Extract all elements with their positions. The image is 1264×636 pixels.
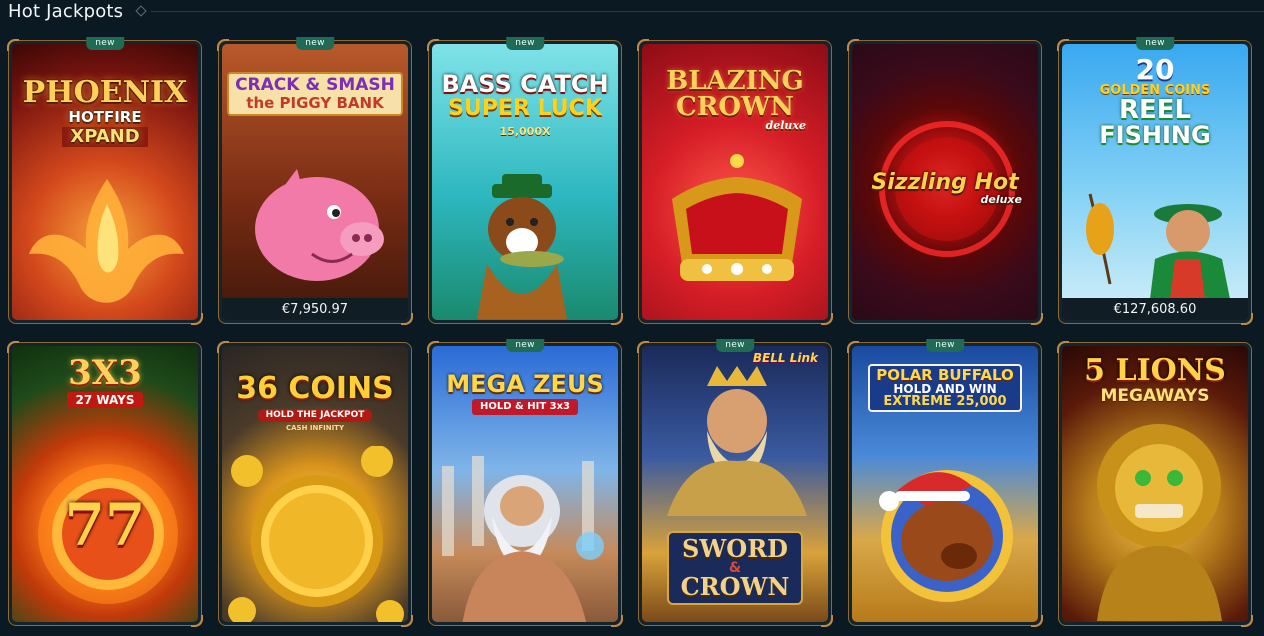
game-thumbnail: 20 GOLDEN COINS REEL FISHING — [1062, 44, 1248, 298]
game-logo: 36 COINS HOLD THE JACKPOT CASH INFINITY — [236, 371, 394, 432]
game-logo: Sizzling Hot deluxe — [871, 170, 1022, 206]
gold-coin-icon — [228, 446, 404, 622]
game-thumbnail: 36 COINS HOLD THE JACKPOT CASH INFINITY — [222, 346, 408, 622]
game-logo: MEGA ZEUS HOLD & HIT 3x3 — [432, 372, 618, 415]
game-logo: CRACK & SMASH the PIGGY BANK — [222, 72, 408, 116]
sevens-symbol: 77 — [64, 491, 146, 559]
game-tile-sizzling-hot-deluxe[interactable]: Sizzling Hot deluxe — [847, 39, 1043, 325]
new-badge: new — [506, 339, 544, 352]
lion-statue-icon — [1097, 424, 1222, 621]
game-logo: SWORD & CROWN — [642, 531, 828, 605]
game-tile-mega-zeus[interactable]: new MEGA ZEUS HOLD & HIT 3x3 — [427, 339, 623, 627]
jackpot-amount: €127,608.60 — [1062, 298, 1248, 320]
new-badge: new — [296, 37, 334, 50]
game-tile-polar-buffalo[interactable]: new POLAR BUFFALO HOLD AND WIN EXTREME 2… — [847, 339, 1043, 627]
fisherman-icon — [1086, 193, 1230, 298]
game-thumbnail: BLAZING CROWN deluxe — [642, 44, 828, 320]
new-badge: new — [716, 339, 754, 352]
new-badge: new — [1136, 37, 1174, 50]
game-thumbnail: BELL Link SWORD & CROWN — [642, 346, 828, 622]
zeus-icon — [442, 456, 604, 622]
game-tile-phoenix-hotfire-xpand[interactable]: new PHOENIX HOTFIRE XPAND — [7, 37, 203, 325]
section-header: Hot Jackpots — [8, 0, 1264, 22]
game-thumbnail: 5 LIONS MEGAWAYS — [1062, 346, 1248, 622]
new-badge: new — [926, 339, 964, 352]
game-tile-20-golden-coins-reel-fishing[interactable]: new 20 GOLDEN COINS REEL FISHING €127,60… — [1057, 37, 1253, 325]
game-logo: 20 GOLDEN COINS REEL FISHING — [1099, 53, 1211, 149]
game-tile-blazing-crown-deluxe[interactable]: BLAZING CROWN deluxe — [637, 39, 833, 325]
game-logo: POLAR BUFFALO HOLD AND WIN EXTREME 25,00… — [852, 364, 1038, 412]
buffalo-icon — [879, 470, 1013, 602]
game-tile-5-lions-megaways[interactable]: 5 LIONS MEGAWAYS — [1057, 341, 1253, 627]
game-logo: PHOENIX HOTFIRE XPAND — [22, 75, 188, 147]
game-tile-crack-smash-piggy-bank[interactable]: new CRACK & SMASH the PIGGY BANK €7,950.… — [217, 37, 413, 325]
new-badge: new — [86, 37, 124, 50]
game-thumbnail: MEGA ZEUS HOLD & HIT 3x3 — [432, 346, 618, 622]
game-tile-bass-catch-super-luck[interactable]: new BASS CATCH SUPER LUCK 15,000X — [427, 37, 623, 325]
section-title: Hot Jackpots — [8, 0, 124, 22]
phoenix-icon — [29, 179, 184, 303]
dog-icon — [477, 174, 567, 319]
game-tile-sword-and-crown[interactable]: new BELL Link SWORD & CROWN — [637, 339, 833, 627]
game-thumbnail: CRACK & SMASH the PIGGY BANK — [222, 44, 408, 298]
game-logo: BASS CATCH SUPER LUCK 15,000X — [432, 72, 618, 137]
game-thumbnail: POLAR BUFFALO HOLD AND WIN EXTREME 25,00… — [852, 346, 1038, 622]
new-badge: new — [506, 37, 544, 50]
game-thumbnail: Sizzling Hot deluxe — [852, 44, 1038, 320]
diamond-icon — [135, 5, 147, 17]
game-tile-3x3-27-ways[interactable]: 3X3 27 WAYS 77 — [7, 341, 203, 627]
section-divider — [151, 11, 1264, 12]
piggy-icon — [255, 169, 384, 281]
king-icon — [667, 366, 807, 516]
game-grid: new PHOENIX HOTFIRE XPAND new CRACK & SM… — [7, 37, 1253, 627]
game-thumbnail: PHOENIX HOTFIRE XPAND — [12, 44, 198, 320]
game-logo: 3X3 27 WAYS — [67, 353, 143, 408]
game-thumbnail: BASS CATCH SUPER LUCK 15,000X — [432, 44, 618, 320]
game-logo: BLAZING CROWN deluxe — [666, 66, 806, 132]
crown-icon — [672, 154, 802, 281]
game-logo: 5 LIONS MEGAWAYS — [1084, 353, 1226, 406]
jackpot-amount: €7,950.97 — [222, 298, 408, 320]
game-tile-36-coins[interactable]: 36 COINS HOLD THE JACKPOT CASH INFINITY — [217, 341, 413, 627]
bell-link-logo: BELL Link — [752, 351, 818, 365]
game-thumbnail: 3X3 27 WAYS 77 — [12, 346, 198, 622]
